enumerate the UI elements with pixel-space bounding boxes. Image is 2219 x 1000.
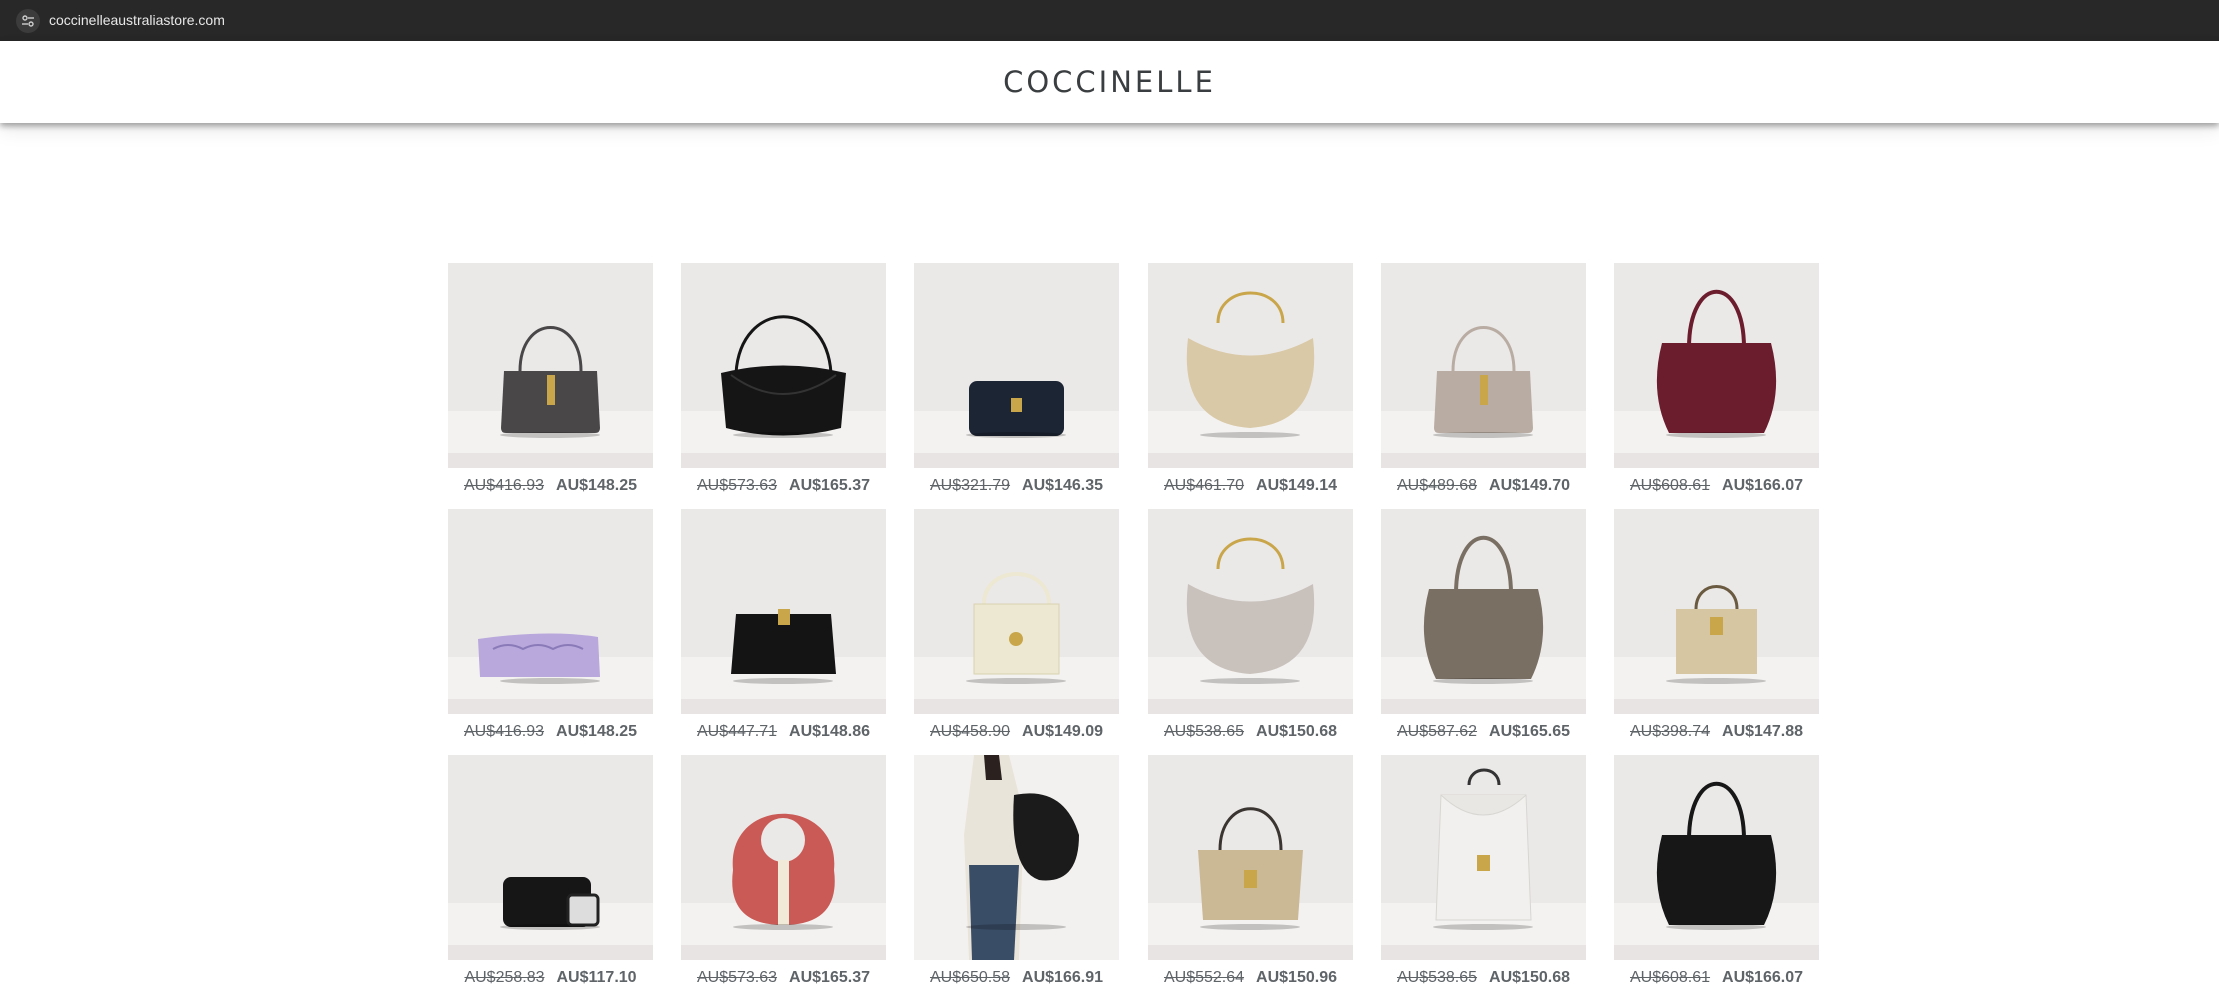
product-card[interactable]: AU$608.61 AU$166.07 [1614, 755, 1819, 987]
product-prices: AU$416.93 AU$148.25 [448, 476, 653, 496]
url-text[interactable]: coccinelleaustraliastore.com [49, 11, 225, 29]
original-price: AU$650.58 [929, 969, 1011, 986]
product-prices: AU$587.62 AU$165.65 [1381, 722, 1586, 742]
product-card[interactable]: AU$461.70 AU$149.14 [1148, 263, 1353, 495]
original-price: AU$608.61 [1629, 477, 1711, 494]
product-prices: AU$573.63 AU$165.37 [681, 476, 886, 496]
original-price: AU$458.90 [929, 723, 1011, 740]
product-image[interactable] [448, 509, 653, 714]
product-card[interactable]: AU$258.83 AU$117.10 [448, 755, 653, 987]
product-image[interactable] [1614, 509, 1819, 714]
original-price: AU$552.64 [1163, 969, 1245, 986]
product-card[interactable]: AU$573.63 AU$165.37 [681, 263, 886, 495]
product-image[interactable] [681, 263, 886, 468]
product-card[interactable]: AU$321.79 AU$146.35 [914, 263, 1119, 495]
site-header: COCCINELLE [0, 41, 2219, 123]
product-prices: AU$461.70 AU$149.14 [1148, 476, 1353, 496]
product-image[interactable] [1381, 509, 1586, 714]
product-prices: AU$458.90 AU$149.09 [914, 722, 1119, 742]
brand-logo[interactable]: COCCINELLE [0, 65, 2219, 99]
product-image[interactable] [1381, 263, 1586, 468]
original-price: AU$538.65 [1163, 723, 1245, 740]
sale-price: AU$166.91 [1022, 969, 1103, 986]
product-prices: AU$538.65 AU$150.68 [1381, 968, 1586, 988]
product-card[interactable]: AU$416.93 AU$148.25 [448, 509, 653, 741]
product-card[interactable]: AU$608.61 AU$166.07 [1614, 263, 1819, 495]
sale-price: AU$149.14 [1256, 477, 1337, 494]
product-image[interactable] [681, 509, 886, 714]
sale-price: AU$150.96 [1256, 969, 1337, 986]
product-image[interactable] [1614, 263, 1819, 468]
sale-price: AU$117.10 [556, 969, 637, 986]
product-prices: AU$321.79 AU$146.35 [914, 476, 1119, 496]
sale-price: AU$150.68 [1256, 723, 1337, 740]
sale-price: AU$166.07 [1722, 477, 1803, 494]
original-price: AU$587.62 [1396, 723, 1478, 740]
product-image[interactable] [1148, 755, 1353, 960]
product-image[interactable] [1148, 263, 1353, 468]
product-image[interactable] [914, 509, 1119, 714]
product-image[interactable] [448, 263, 653, 468]
sale-price: AU$148.25 [556, 477, 637, 494]
product-image[interactable] [1148, 509, 1353, 714]
sale-price: AU$166.07 [1722, 969, 1803, 986]
product-card[interactable]: AU$447.71 AU$148.86 [681, 509, 886, 741]
original-price: AU$398.74 [1629, 723, 1711, 740]
original-price: AU$573.63 [696, 969, 778, 986]
sale-price: AU$148.25 [556, 723, 637, 740]
product-prices: AU$573.63 AU$165.37 [681, 968, 886, 988]
product-card[interactable]: AU$573.63 AU$165.37 [681, 755, 886, 987]
product-card[interactable]: AU$398.74 AU$147.88 [1614, 509, 1819, 741]
product-image[interactable] [914, 755, 1119, 960]
product-card[interactable]: AU$538.65 AU$150.68 [1148, 509, 1353, 741]
sale-price: AU$165.37 [789, 477, 870, 494]
product-prices: AU$416.93 AU$148.25 [448, 722, 653, 742]
original-price: AU$416.93 [463, 477, 545, 494]
sale-price: AU$149.09 [1022, 723, 1103, 740]
product-image[interactable] [1381, 755, 1586, 960]
product-card[interactable]: AU$538.65 AU$150.68 [1381, 755, 1586, 987]
original-price: AU$489.68 [1396, 477, 1478, 494]
product-prices: AU$489.68 AU$149.70 [1381, 476, 1586, 496]
product-prices: AU$258.83 AU$117.10 [448, 968, 653, 988]
product-card[interactable]: AU$552.64 AU$150.96 [1148, 755, 1353, 987]
sale-price: AU$148.86 [789, 723, 870, 740]
product-prices: AU$650.58 AU$166.91 [914, 968, 1119, 988]
original-price: AU$416.93 [463, 723, 545, 740]
product-prices: AU$608.61 AU$166.07 [1614, 968, 1819, 988]
product-card[interactable]: AU$587.62 AU$165.65 [1381, 509, 1586, 741]
original-price: AU$321.79 [929, 477, 1011, 494]
original-price: AU$461.70 [1163, 477, 1245, 494]
product-prices: AU$608.61 AU$166.07 [1614, 476, 1819, 496]
product-card[interactable]: AU$650.58 AU$166.91 [914, 755, 1119, 987]
original-price: AU$608.61 [1629, 969, 1711, 986]
product-image[interactable] [914, 263, 1119, 468]
product-card[interactable]: AU$489.68 AU$149.70 [1381, 263, 1586, 495]
sale-price: AU$165.37 [789, 969, 870, 986]
browser-address-bar: coccinelleaustraliastore.com [0, 0, 2219, 41]
original-price: AU$447.71 [696, 723, 778, 740]
product-prices: AU$447.71 AU$148.86 [681, 722, 886, 742]
tune-icon[interactable] [16, 9, 40, 33]
original-price: AU$573.63 [696, 477, 778, 494]
product-prices: AU$398.74 AU$147.88 [1614, 722, 1819, 742]
original-price: AU$538.65 [1396, 969, 1478, 986]
product-card[interactable]: AU$416.93 AU$148.25 [448, 263, 653, 495]
sale-price: AU$150.68 [1489, 969, 1570, 986]
sale-price: AU$149.70 [1489, 477, 1570, 494]
product-prices: AU$538.65 AU$150.68 [1148, 722, 1353, 742]
product-image[interactable] [1614, 755, 1819, 960]
product-image[interactable] [681, 755, 886, 960]
sale-price: AU$147.88 [1722, 723, 1803, 740]
sale-price: AU$146.35 [1022, 477, 1103, 494]
sale-price: AU$165.65 [1489, 723, 1570, 740]
product-prices: AU$552.64 AU$150.96 [1148, 968, 1353, 988]
original-price: AU$258.83 [464, 969, 545, 986]
product-image[interactable] [448, 755, 653, 960]
product-card[interactable]: AU$458.90 AU$149.09 [914, 509, 1119, 741]
